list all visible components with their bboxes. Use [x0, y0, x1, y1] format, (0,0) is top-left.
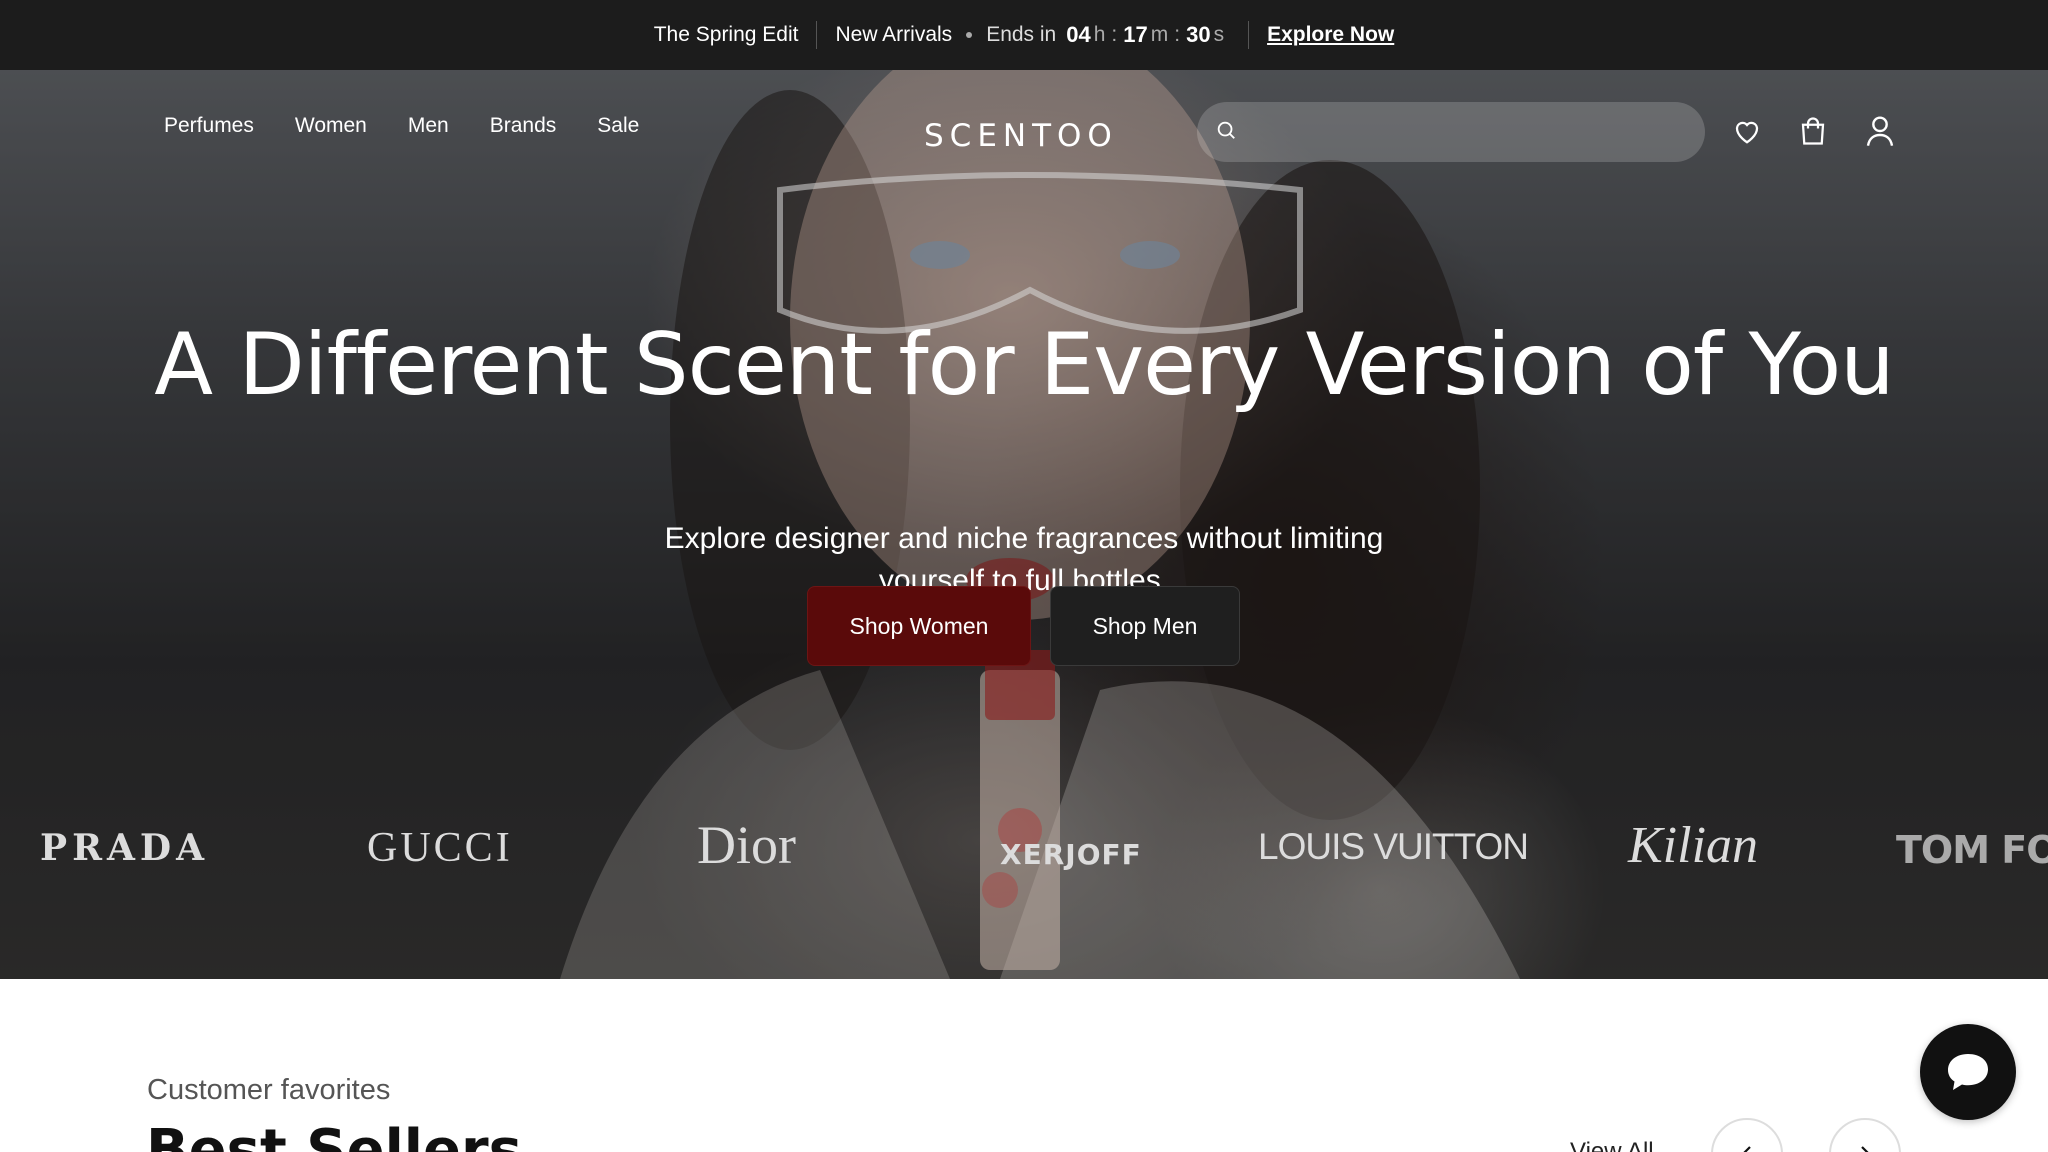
- nav-item-perfumes[interactable]: Perfumes: [164, 114, 254, 138]
- announcement-divider: [816, 21, 818, 49]
- nav-item-women[interactable]: Women: [295, 114, 367, 138]
- search-icon: [1215, 119, 1237, 146]
- search-bar[interactable]: [1197, 102, 1705, 162]
- brand-logo-gucci[interactable]: GUCCI: [367, 824, 513, 872]
- search-input[interactable]: [1249, 121, 1705, 143]
- carousel-next-button[interactable]: [1829, 1118, 1901, 1152]
- hero-content: Perfumes Women Men Brands Sale SCENTOO A…: [0, 70, 2048, 979]
- nav-item-men[interactable]: Men: [408, 114, 449, 138]
- countdown-label: Ends in: [986, 23, 1057, 46]
- hero-headline: A Different Scent for Every Version of Y…: [154, 315, 1894, 415]
- brand-logo-dior[interactable]: Dior: [697, 814, 796, 876]
- chevron-left-icon: [1743, 1146, 1751, 1152]
- shop-women-button[interactable]: Shop Women: [807, 586, 1031, 666]
- bullet-dot: [966, 32, 973, 38]
- section-title: Best Sellers: [146, 1118, 522, 1152]
- main-nav: Perfumes Women Men Brands Sale: [164, 114, 639, 138]
- countdown-hours: 04: [1066, 22, 1091, 47]
- nav-item-brands[interactable]: Brands: [490, 114, 557, 138]
- countdown-hours-unit: h: [1093, 23, 1106, 46]
- user-icon[interactable]: [1863, 114, 1897, 148]
- nav-item-sale[interactable]: Sale: [597, 114, 639, 138]
- brand-logo-xerjoff[interactable]: XERJOFF: [1000, 838, 1142, 871]
- countdown-minutes-unit: m: [1150, 23, 1169, 46]
- countdown-timer: 04 h : 17 m : 30 s: [1066, 22, 1230, 48]
- explore-now-link[interactable]: Explore Now: [1267, 23, 1394, 47]
- chat-button[interactable]: [1920, 1024, 2016, 1120]
- countdown-separator: :: [1111, 23, 1118, 46]
- countdown-separator: :: [1174, 23, 1181, 46]
- hero-section: Perfumes Women Men Brands Sale SCENTOO A…: [0, 70, 2048, 979]
- carousel-prev-button[interactable]: [1711, 1118, 1783, 1152]
- view-all-link[interactable]: View All: [1570, 1138, 1654, 1152]
- bag-icon[interactable]: [1796, 114, 1830, 148]
- heart-icon[interactable]: [1730, 114, 1764, 148]
- countdown-seconds-unit: s: [1213, 23, 1225, 46]
- chevron-right-icon: [1861, 1146, 1869, 1152]
- chat-bubble-icon: [1948, 1054, 1988, 1090]
- site-logo[interactable]: SCENTOO: [924, 114, 1124, 158]
- brand-logo-kilian[interactable]: Kilian: [1628, 816, 1758, 875]
- announcement-collection: The Spring Edit: [653, 23, 799, 46]
- countdown-minutes: 17: [1123, 22, 1148, 47]
- brand-logo-prada[interactable]: PRADA: [40, 827, 209, 869]
- announcement-label: New Arrivals: [835, 23, 953, 46]
- brand-logo-tom-ford[interactable]: TOM FO: [1896, 828, 2048, 872]
- announcement-divider: [1248, 21, 1250, 49]
- countdown-seconds: 30: [1186, 22, 1211, 47]
- section-eyebrow: Customer favorites: [147, 1074, 391, 1106]
- announcement-bar: The Spring Edit New Arrivals Ends in 04 …: [0, 0, 2048, 70]
- brand-logo-louis-vuitton[interactable]: LOUIS VUITTON: [1258, 826, 1529, 868]
- shop-men-button[interactable]: Shop Men: [1050, 586, 1240, 666]
